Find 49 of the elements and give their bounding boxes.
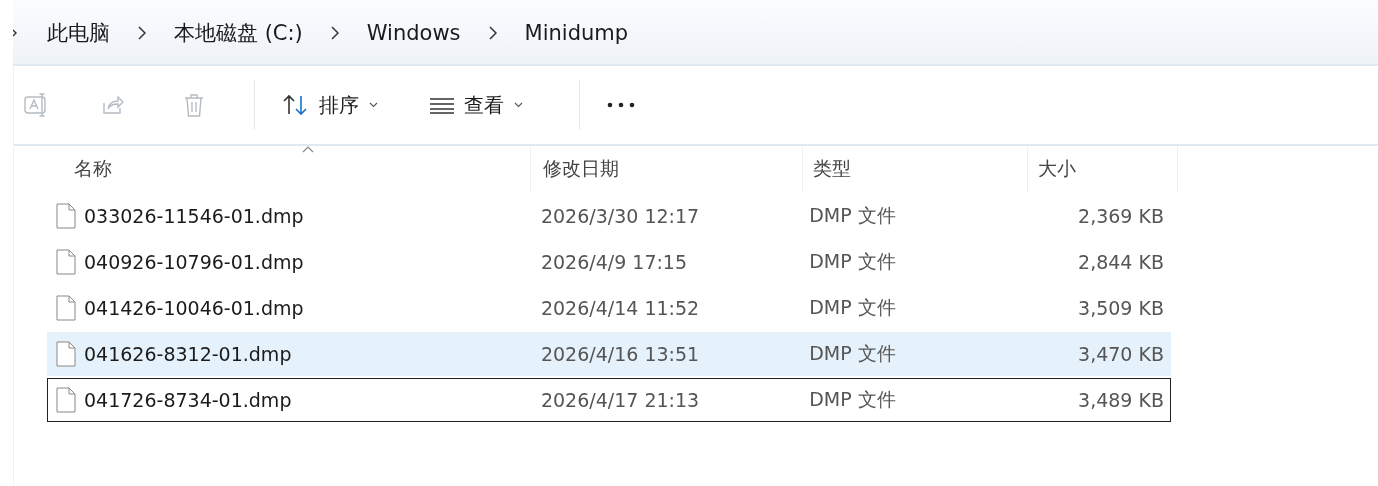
file-icon — [56, 341, 76, 367]
more-icon — [606, 101, 636, 109]
column-header[interactable]: 大小 — [1028, 146, 1178, 192]
modified-date: 2026/4/16 13:51 — [540, 343, 700, 365]
file-size: 3,509 KB — [1078, 297, 1164, 319]
column-header[interactable]: 类型 — [803, 146, 1028, 192]
file-size: 3,470 KB — [1078, 343, 1164, 365]
file-name: 033026-11546-01.dmp — [84, 205, 304, 227]
modified-date: 2026/4/9 17:15 — [540, 251, 688, 273]
chevron-icon[interactable] — [488, 26, 497, 40]
file-row[interactable]: 033026-11546-01.dmp 2026/3/30 12:17 DMP 文件 2,369 KB — [47, 194, 1171, 238]
breadcrumb-item[interactable]: 此电脑 — [47, 19, 110, 47]
file-row[interactable]: 040926-10796-01.dmp 2026/4/9 17:15 DMP 文件 2,844 KB — [47, 240, 1171, 284]
modified-date: 2026/4/14 11:52 — [540, 297, 700, 319]
file-icon — [56, 295, 76, 321]
modified-date: 2026/4/17 21:13 — [540, 389, 700, 411]
file-size: 2,844 KB — [1078, 251, 1164, 273]
breadcrumb-item[interactable]: Minidump — [524, 21, 629, 45]
file-type: DMP 文件 — [809, 341, 896, 366]
breadcrumb-item[interactable]: 本地磁盘 (C:) — [174, 19, 303, 47]
sort-button[interactable]: 排序 — [271, 87, 388, 123]
modified-date: 2026/3/30 12:17 — [540, 205, 700, 227]
file-type: DMP 文件 — [809, 387, 896, 412]
file-icon — [56, 249, 76, 275]
file-size: 2,369 KB — [1078, 205, 1164, 227]
breadcrumb-item[interactable]: Windows — [366, 21, 461, 45]
caret-icon — [369, 102, 378, 108]
column-header[interactable]: 名称 — [14, 146, 531, 192]
file-type: DMP 文件 — [809, 295, 896, 320]
file-type: DMP 文件 — [809, 203, 896, 228]
file-row[interactable]: 041626-8312-01.dmp 2026/4/16 13:51 DMP 文件 3,470 KB — [47, 332, 1171, 376]
file-row[interactable]: 041726-8734-01.dmp 2026/4/17 21:13 DMP 文件 3,489 KB — [47, 378, 1171, 422]
chevron-icon[interactable] — [13, 29, 17, 37]
chevron-icon[interactable] — [138, 26, 146, 40]
view-button[interactable]: 查看 — [418, 87, 533, 123]
caret-icon — [514, 102, 523, 108]
file-size: 3,489 KB — [1078, 389, 1164, 411]
file-icon — [56, 203, 76, 229]
column-header[interactable]: 修改日期 — [531, 146, 803, 192]
chevron-icon[interactable] — [330, 26, 339, 40]
file-name: 040926-10796-01.dmp — [84, 251, 304, 273]
file-icon — [56, 387, 76, 413]
sort-up-icon — [302, 146, 314, 153]
lines-icon — [428, 95, 456, 115]
file-name: 041426-10046-01.dmp — [84, 297, 304, 319]
file-name: 041726-8734-01.dmp — [84, 389, 292, 411]
file-name: 041626-8312-01.dmp — [84, 343, 292, 365]
file-type: DMP 文件 — [809, 249, 896, 274]
file-row[interactable]: 041426-10046-01.dmp 2026/4/14 11:52 DMP 文件 3,509 KB — [47, 286, 1171, 330]
